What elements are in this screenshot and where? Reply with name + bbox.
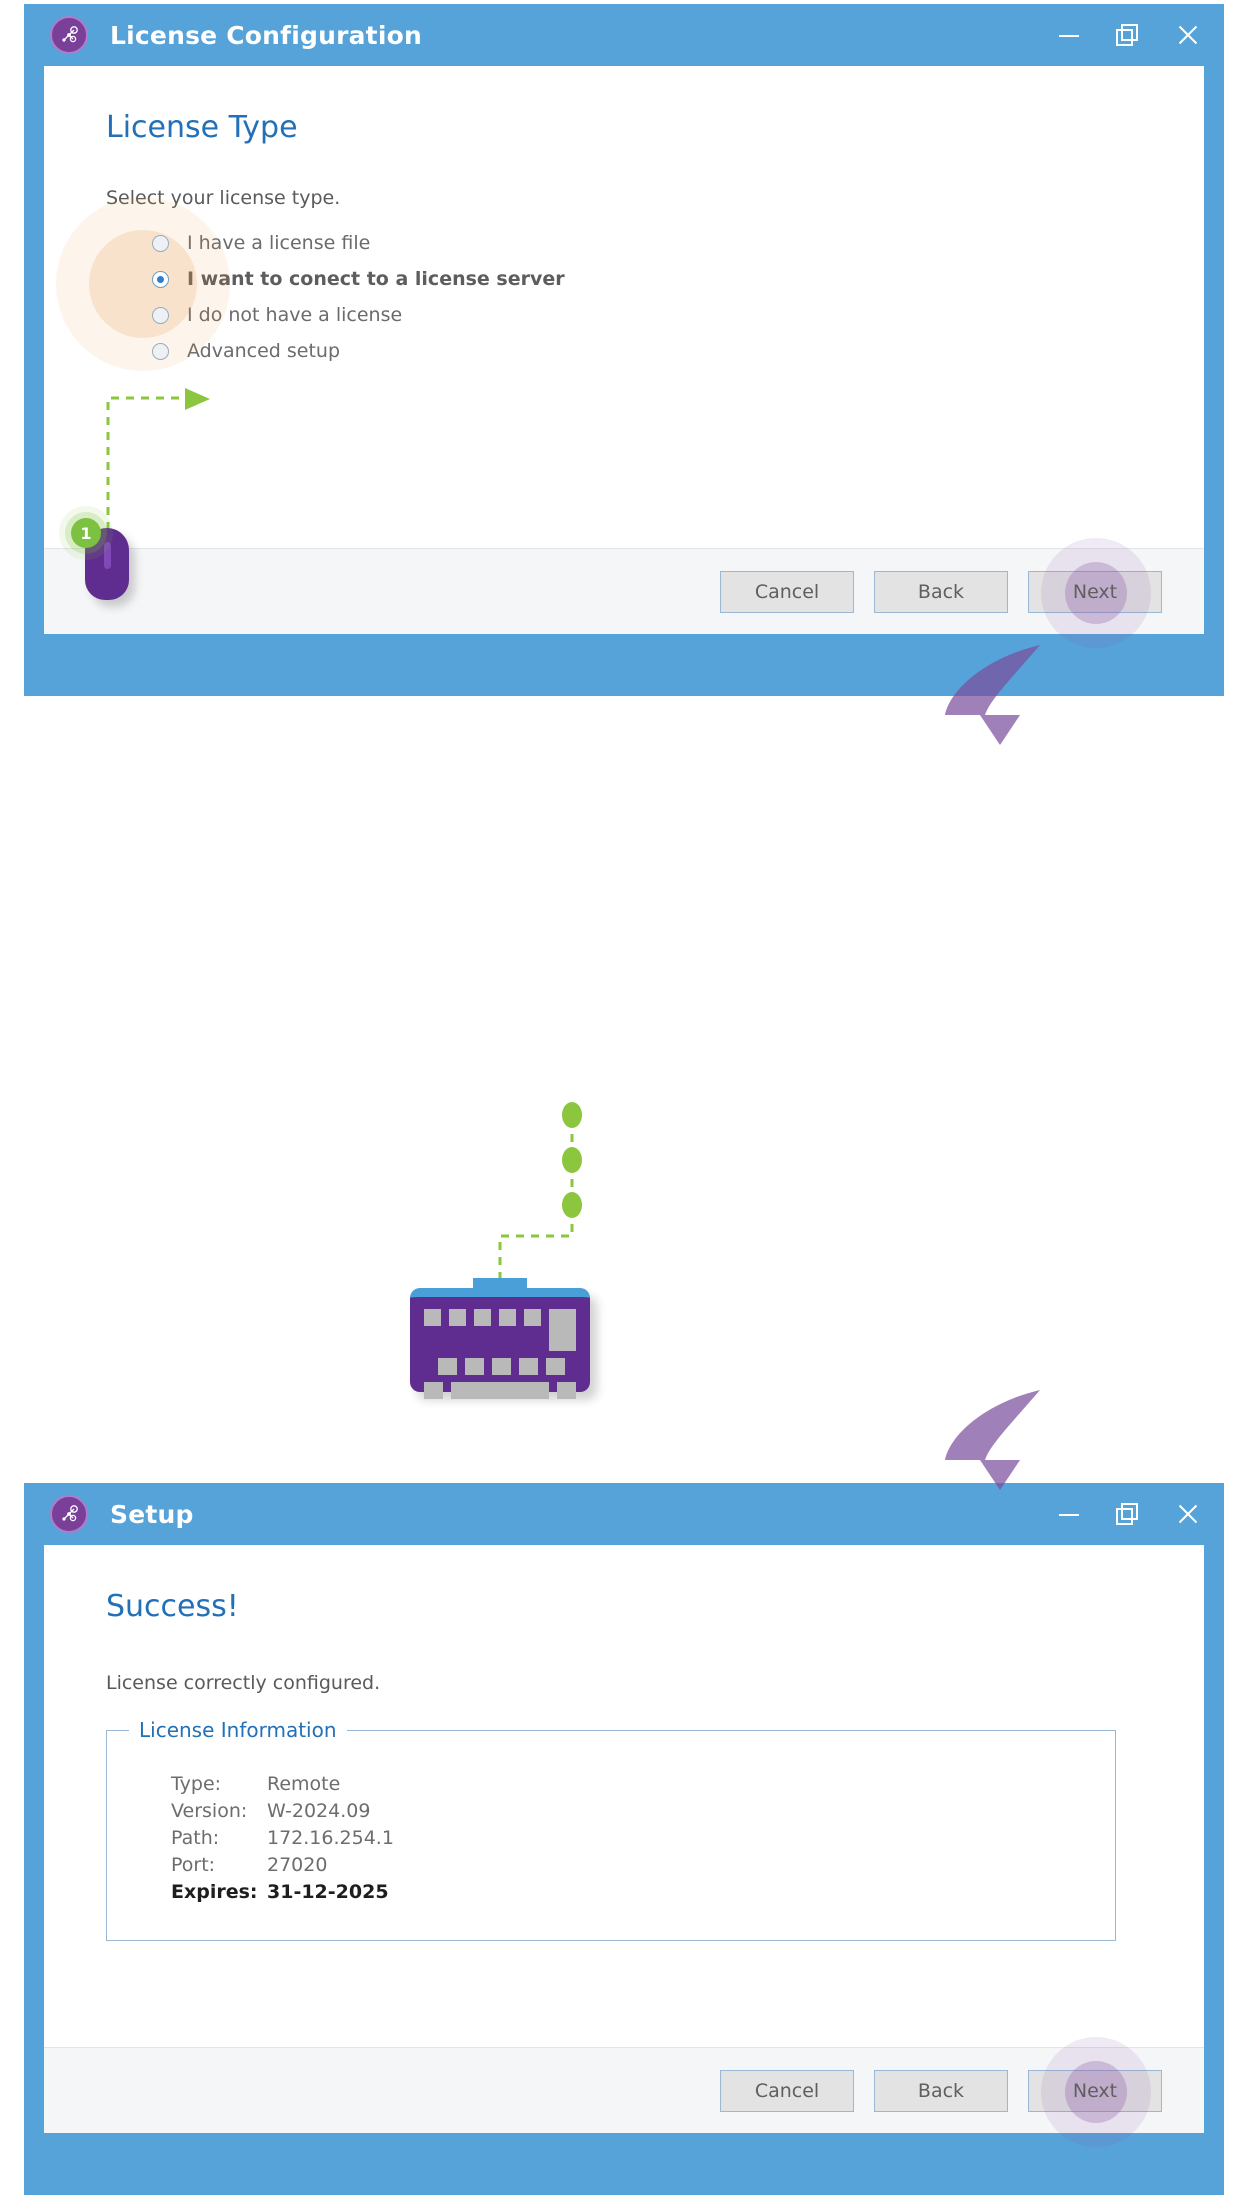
license-type-radio-group: I have a license file I want to conect t… (56, 197, 1142, 371)
detail-row-expires: Expires: 31-12-2025 (171, 1879, 1115, 1906)
restore-icon[interactable] (1116, 22, 1142, 48)
next-button[interactable]: Next (1028, 537, 1162, 648)
radio-option-advanced-setup[interactable]: Advanced setup (152, 333, 1142, 369)
detail-row-type: Type: Remote (171, 1771, 1115, 1798)
detail-key: Version: (171, 1800, 248, 1822)
radio-label: I have a license file (187, 232, 371, 254)
radio-option-license-file[interactable]: I have a license file (152, 225, 1142, 261)
detail-key: Type: (171, 1773, 222, 1795)
window-title: License Configuration (110, 20, 422, 50)
radio-label: I do not have a license (187, 304, 403, 326)
restore-icon[interactable] (1116, 1501, 1142, 1527)
detail-value: W-2024.09 (267, 1800, 371, 1822)
cancel-button[interactable]: Cancel (720, 570, 854, 613)
panel-content: Success! License correctly configured. L… (44, 1545, 1204, 2047)
field-marker-hostname-icon (562, 1147, 582, 1173)
window-controls (1056, 1483, 1202, 1545)
network-graph-icon (50, 16, 88, 54)
keyboard-key-row (438, 1358, 576, 1375)
window-title: Setup (110, 1499, 194, 1529)
radio-label: I want to conect to a license server (187, 268, 565, 290)
page-title: License Type (106, 110, 298, 145)
license-details-list: Type: Remote Version: W-2024.09 Path: 17… (171, 1771, 1115, 1906)
next-button[interactable]: Next (1028, 2036, 1162, 2147)
minimize-icon[interactable] (1056, 22, 1082, 48)
next-button-label: Next (1072, 580, 1118, 603)
license-information-groupbox: License Information Type: Remote Version… (106, 1718, 1116, 1941)
radio-option-no-license[interactable]: I do not have a license (152, 297, 1142, 333)
keyboard-plug (473, 1278, 527, 1290)
panel-body: License Type Select your license type. I… (44, 66, 1204, 648)
back-button[interactable]: Back (874, 570, 1008, 613)
radio-label: Advanced setup (187, 340, 341, 362)
close-icon[interactable] (1176, 22, 1202, 48)
keyboard-typing-icon (410, 1278, 590, 1399)
panel-content: License Type Select your license type. I… (44, 66, 1204, 548)
groupbox-legend: License Information (129, 1718, 347, 1742)
back-button[interactable]: Back (874, 2069, 1008, 2112)
page-title: Success! (106, 1589, 239, 1624)
field-marker-type-icon (562, 1102, 582, 1128)
detail-row-version: Version: W-2024.09 (171, 1798, 1115, 1825)
radio-indicator (152, 270, 169, 288)
detail-value: 172.16.254.1 (267, 1827, 394, 1849)
panel-footer: Cancel Back Next (44, 537, 1204, 648)
keyboard-to-fields-line (498, 1106, 574, 1280)
panel-body: Success! License correctly configured. L… (44, 1545, 1204, 2147)
detail-key: Expires: (171, 1881, 258, 1903)
window-setup-success: Setup Success! License correctly configu… (24, 1483, 1224, 2195)
detail-value: 27020 (267, 1854, 328, 1876)
detail-value: Remote (267, 1773, 341, 1795)
panel-footer: Cancel Back Next (44, 2036, 1204, 2147)
page-subtitle: Select your license type. (106, 187, 341, 209)
flow-arrow-2 (945, 1390, 1040, 1490)
keyboard-key-row (424, 1309, 577, 1351)
titlebar: License Configuration (24, 4, 1224, 66)
radio-indicator (152, 342, 169, 360)
detail-value: 31-12-2025 (267, 1881, 389, 1903)
radio-indicator (152, 306, 169, 324)
detail-key: Path: (171, 1827, 220, 1849)
page-subtitle: License correctly configured. (106, 1672, 381, 1694)
detail-key: Port: (171, 1854, 216, 1876)
keyboard-key-row (424, 1382, 576, 1399)
next-button-label: Next (1072, 2079, 1118, 2102)
close-icon[interactable] (1176, 1501, 1202, 1527)
cancel-button[interactable]: Cancel (720, 2069, 854, 2112)
titlebar: Setup (24, 1483, 1224, 1545)
detail-row-port: Port: 27020 (171, 1852, 1115, 1879)
radio-option-license-server[interactable]: I want to conect to a license server (152, 261, 1142, 297)
radio-indicator (152, 234, 169, 252)
window-license-configuration: License Configuration License Type Selec… (24, 4, 1224, 696)
window-controls (1056, 4, 1202, 66)
detail-row-path: Path: 172.16.254.1 (171, 1825, 1115, 1852)
field-marker-port-icon (562, 1192, 582, 1218)
minimize-icon[interactable] (1056, 1501, 1082, 1527)
network-graph-icon (50, 1495, 88, 1533)
keyboard-body (410, 1278, 590, 1399)
